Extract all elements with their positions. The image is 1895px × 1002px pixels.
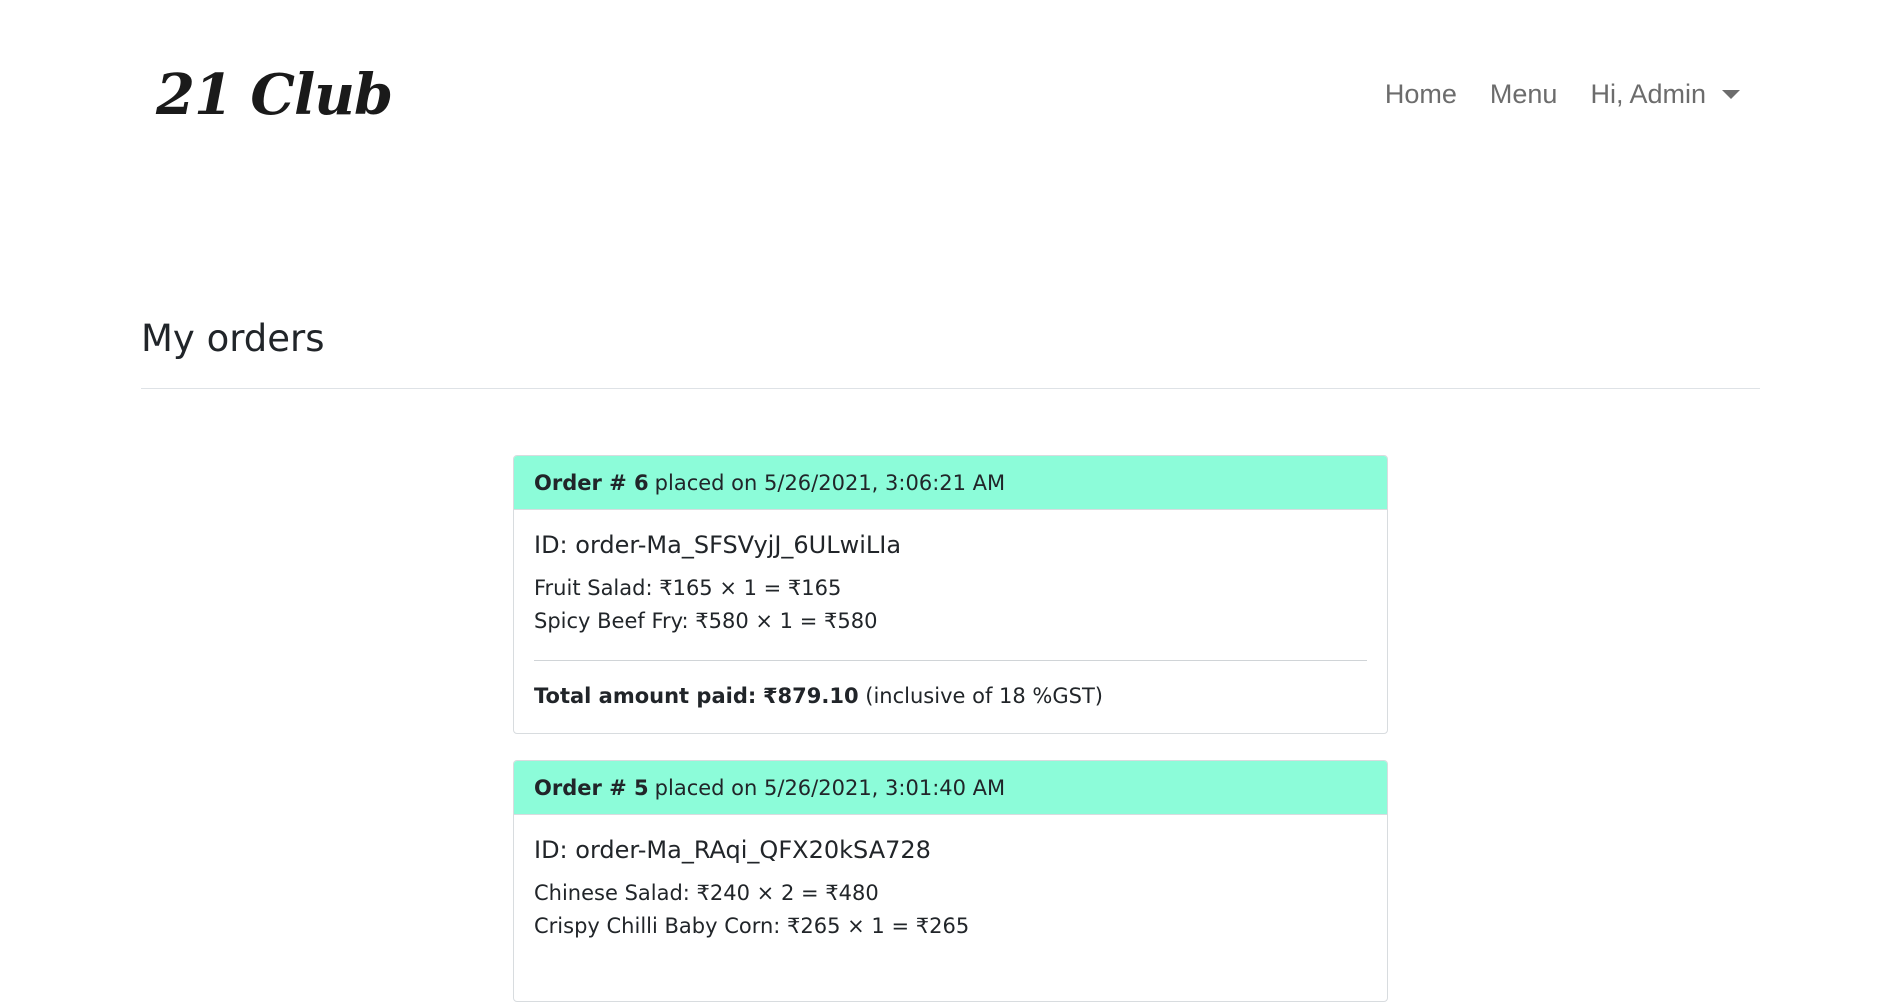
order-placed-date: placed on 5/26/2021, 3:06:21 AM xyxy=(654,470,1006,495)
order-card-body: ID: order-Ma_SFSVyjJ_6ULwiLIa Fruit Sala… xyxy=(514,510,1387,733)
order-item: Spicy Beef Fry: ₹580 × 1 = ₹580 xyxy=(534,609,878,633)
total-value: ₹879.10 xyxy=(762,684,859,708)
order-id-prefix: ID: xyxy=(534,836,568,864)
caret-down-icon xyxy=(1722,89,1740,99)
order-id: ID: order-Ma_RAqi_QFX20kSA728 xyxy=(534,833,1367,867)
brand-logo[interactable]: 21 Club xyxy=(156,60,393,130)
order-card: Order # 5 placed on 5/26/2021, 3:01:40 A… xyxy=(513,760,1388,1002)
title-divider xyxy=(141,388,1760,389)
nav-menu-link[interactable]: Menu xyxy=(1490,79,1558,110)
order-card-body: ID: order-Ma_RAqi_QFX20kSA728 Chinese Sa… xyxy=(514,815,1387,963)
order-id-value: order-Ma_RAqi_QFX20kSA728 xyxy=(575,836,931,864)
order-card-header: Order # 5 placed on 5/26/2021, 3:01:40 A… xyxy=(514,761,1387,815)
order-card-header: Order # 6 placed on 5/26/2021, 3:06:21 A… xyxy=(514,456,1387,510)
order-item: Crispy Chilli Baby Corn: ₹265 × 1 = ₹265 xyxy=(534,914,970,938)
nav-home-link[interactable]: Home xyxy=(1385,79,1457,110)
main-nav: Home Menu Hi, Admin xyxy=(1352,74,1740,114)
navbar: 21 Club Home Menu Hi, Admin xyxy=(0,0,1895,188)
total-note: (inclusive of 18 %GST) xyxy=(865,684,1103,708)
order-placed-date: placed on 5/26/2021, 3:01:40 AM xyxy=(654,775,1006,800)
order-card: Order # 6 placed on 5/26/2021, 3:06:21 A… xyxy=(513,455,1388,734)
order-number: Order # 6 xyxy=(534,470,649,495)
page-title: My orders xyxy=(141,317,325,360)
user-greeting: Hi, Admin xyxy=(1590,78,1706,109)
order-divider xyxy=(534,660,1367,661)
order-item: Fruit Salad: ₹165 × 1 = ₹165 xyxy=(534,576,842,600)
order-id: ID: order-Ma_SFSVyjJ_6ULwiLIa xyxy=(534,528,1367,562)
total-label: Total amount paid: xyxy=(534,684,757,708)
user-dropdown-toggle[interactable]: Hi, Admin xyxy=(1590,79,1740,110)
order-total: Total amount paid: ₹879.10 (inclusive of… xyxy=(534,679,1367,713)
order-number: Order # 5 xyxy=(534,775,649,800)
order-item: Chinese Salad: ₹240 × 2 = ₹480 xyxy=(534,881,879,905)
order-id-value: order-Ma_SFSVyjJ_6ULwiLIa xyxy=(575,531,902,559)
order-id-prefix: ID: xyxy=(534,531,568,559)
